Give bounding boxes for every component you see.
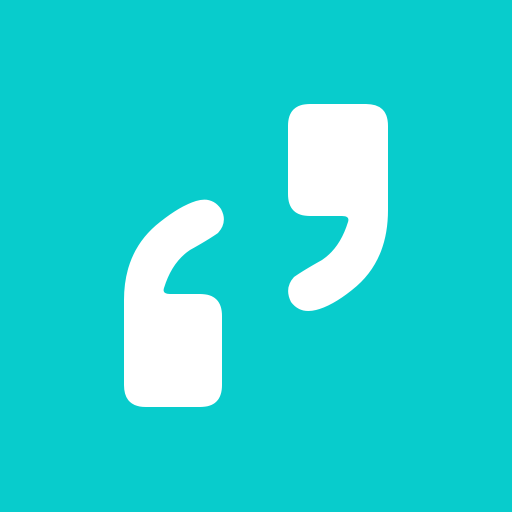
quote-marks-icon <box>124 104 388 407</box>
opening-quote-mark <box>124 199 224 407</box>
closing-quote-mark <box>288 104 388 311</box>
app-icon <box>0 0 512 512</box>
